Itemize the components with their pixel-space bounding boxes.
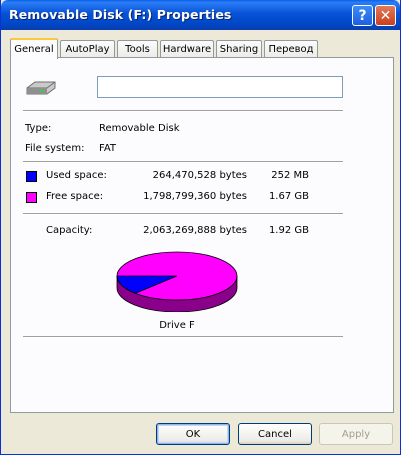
help-button[interactable]: ?	[352, 5, 373, 26]
used-space-swatch	[26, 171, 37, 182]
close-icon: ✕	[379, 7, 392, 24]
free-space-label: Free space:	[46, 191, 104, 202]
help-icon: ?	[358, 7, 367, 24]
free-space-bytes: 1,798,799,360 bytes	[143, 191, 247, 202]
drive-label: Drive F	[159, 320, 195, 331]
used-space-bytes: 264,470,528 bytes	[152, 170, 247, 181]
free-space-swatch	[26, 192, 37, 203]
type-value: Removable Disk	[99, 123, 180, 134]
capacity-bytes: 2,063,269,888 bytes	[143, 225, 247, 236]
used-space-label: Used space:	[46, 170, 107, 181]
capacity-label: Capacity:	[46, 225, 93, 236]
used-space-size: 252 MB	[271, 170, 309, 181]
separator	[23, 213, 343, 215]
separator	[23, 336, 343, 338]
tab-tools[interactable]: Tools	[117, 40, 158, 58]
tab-perevod[interactable]: Перевод	[264, 40, 318, 58]
close-button[interactable]: ✕	[375, 5, 396, 26]
removable-drive-icon	[26, 81, 56, 95]
type-label: Type:	[25, 123, 52, 134]
apply-button[interactable]: Apply	[319, 423, 393, 445]
file-system-value: FAT	[99, 143, 117, 154]
free-space-size: 1.67 GB	[268, 191, 309, 202]
disk-usage-pie	[116, 251, 238, 312]
title-bar[interactable]: Removable Disk (F:) Properties ? ✕	[1, 0, 400, 30]
properties-window: Removable Disk (F:) Properties ? ✕ Gener…	[0, 0, 401, 455]
separator	[23, 110, 343, 112]
capacity-size: 1.92 GB	[268, 225, 309, 236]
volume-label-input[interactable]	[97, 76, 343, 98]
tab-general[interactable]: General	[10, 38, 58, 59]
window-title: Removable Disk (F:) Properties	[9, 7, 232, 22]
cancel-button[interactable]: Cancel	[238, 423, 312, 445]
tab-autoplay[interactable]: AutoPlay	[60, 40, 115, 58]
ok-button[interactable]: OK	[156, 423, 230, 445]
tab-hardware[interactable]: Hardware	[160, 40, 214, 58]
separator	[23, 161, 343, 163]
file-system-label: File system:	[25, 143, 85, 154]
tab-sharing[interactable]: Sharing	[216, 40, 262, 58]
